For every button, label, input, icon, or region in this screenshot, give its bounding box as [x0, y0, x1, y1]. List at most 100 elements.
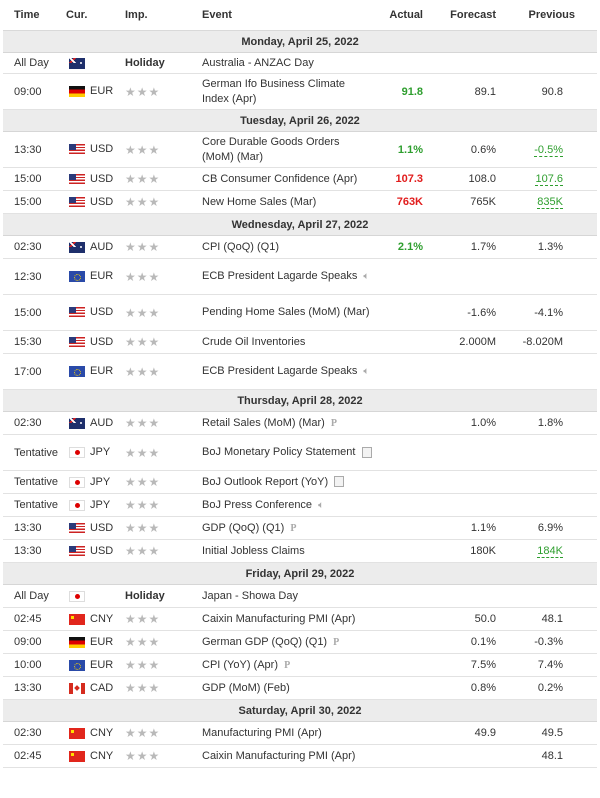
event-name[interactable]: Manufacturing PMI (Apr): [202, 721, 378, 745]
event-name[interactable]: German GDP (QoQ) (Q1) P: [202, 630, 378, 654]
event-title-link[interactable]: Australia - ANZAC Day: [202, 57, 314, 69]
event-name[interactable]: CPI (QoQ) (Q1): [202, 235, 378, 259]
event-row[interactable]: 13:30 CAD ★★★ GDP (MoM) (Feb) 0.8% 0.2%: [3, 676, 597, 700]
event-title-link[interactable]: Manufacturing PMI (Apr): [202, 727, 322, 739]
event-title-link[interactable]: BoJ Outlook Report (YoY): [202, 476, 328, 488]
event-name[interactable]: BoJ Monetary Policy Statement: [202, 434, 378, 471]
event-name[interactable]: CPI (YoY) (Apr) P: [202, 653, 378, 677]
currency-code: JPY: [90, 499, 111, 512]
event-name[interactable]: Japan - Showa Day: [202, 584, 378, 608]
event-name[interactable]: Crude Oil Inventories: [202, 330, 378, 354]
event-currency: EUR: [66, 353, 125, 390]
event-title-link[interactable]: Caixin Manufacturing PMI (Apr): [202, 613, 355, 625]
event-row[interactable]: 02:45 CNY ★★★ Caixin Manufacturing PMI (Apr…: [3, 607, 597, 631]
usa-flag-icon: [69, 522, 85, 534]
event-currency: CAD: [66, 676, 125, 700]
event-title-link[interactable]: BoJ Monetary Policy Statement: [202, 446, 355, 458]
event-name[interactable]: Retail Sales (MoM) (Mar) P: [202, 411, 378, 435]
event-title-link[interactable]: Initial Jobless Claims: [202, 545, 305, 557]
event-name[interactable]: ECB President Lagarde Speaks 🔈︎: [202, 258, 378, 295]
event-title-link[interactable]: Retail Sales (MoM) (Mar): [202, 417, 325, 429]
event-time: 10:00: [3, 653, 66, 677]
event-forecast: 180K: [428, 539, 498, 563]
event-name[interactable]: Caixin Manufacturing PMI (Apr): [202, 607, 378, 631]
event-row[interactable]: 12:30 EUR ★★★ ECB President Lagarde Speaks …: [3, 258, 597, 295]
header-actual: Actual: [378, 0, 428, 31]
event-title-link[interactable]: ECB President Lagarde Speaks: [202, 270, 357, 282]
currency-code: JPY: [90, 476, 111, 489]
event-row[interactable]: 02:30 AUD ★★★ Retail Sales (MoM) (Mar) P 1.0…: [3, 411, 597, 435]
event-row[interactable]: 09:00 EUR ★★★ German Ifo Business Climate I…: [3, 73, 597, 110]
event-row[interactable]: 17:00 EUR ★★★ ECB President Lagarde Speaks …: [3, 353, 597, 390]
event-row[interactable]: 13:30 USD ★★★ GDP (QoQ) (Q1) P 1.1% 6.9%: [3, 516, 597, 540]
event-previous: [498, 258, 597, 295]
event-row[interactable]: Tentative JPY ★★★ BoJ Press Conference 🔈︎: [3, 493, 597, 517]
event-row[interactable]: 02:30 AUD ★★★ CPI (QoQ) (Q1) 2.1% 1.7% 1.3%: [3, 235, 597, 259]
event-title-link[interactable]: CPI (YoY) (Apr): [202, 659, 278, 671]
event-title-link[interactable]: New Home Sales (Mar): [202, 196, 316, 208]
event-actual: [378, 353, 428, 390]
event-row[interactable]: 13:30 USD ★★★ Core Durable Goods Orders (Mo…: [3, 131, 597, 168]
event-currency: [66, 584, 125, 608]
importance-stars-icon: ★★★: [125, 416, 161, 430]
event-title-link[interactable]: ECB President Lagarde Speaks: [202, 365, 357, 377]
event-row[interactable]: 09:00 EUR ★★★ German GDP (QoQ) (Q1) P 0.1% -0…: [3, 630, 597, 654]
eu-flag-icon: [69, 659, 85, 671]
event-row[interactable]: 10:00 EUR ★★★ CPI (YoY) (Apr) P 7.5% 7.4%: [3, 653, 597, 677]
event-row[interactable]: 15:00 USD ★★★ New Home Sales (Mar) 763K 765K 8…: [3, 190, 597, 214]
event-currency: USD: [66, 516, 125, 540]
event-name[interactable]: BoJ Press Conference 🔈︎: [202, 493, 378, 517]
event-time: 15:00: [3, 190, 66, 214]
event-previous: [498, 493, 597, 517]
event-title-link[interactable]: CB Consumer Confidence (Apr): [202, 173, 357, 185]
event-time: 02:30: [3, 411, 66, 435]
event-title-link[interactable]: Caixin Manufacturing PMI (Apr): [202, 750, 355, 762]
event-title-link[interactable]: GDP (MoM) (Feb): [202, 682, 290, 694]
event-name[interactable]: Pending Home Sales (MoM) (Mar): [202, 294, 378, 331]
event-forecast: 765K: [428, 190, 498, 214]
event-title-link[interactable]: Crude Oil Inventories: [202, 336, 305, 348]
event-forecast: 108.0: [428, 167, 498, 191]
event-name[interactable]: German Ifo Business Climate Index (Apr): [202, 73, 378, 110]
event-row[interactable]: 15:00 USD ★★★ Pending Home Sales (MoM) (Mar…: [3, 294, 597, 331]
event-currency: CNY: [66, 744, 125, 768]
event-title-link[interactable]: German GDP (QoQ) (Q1): [202, 636, 327, 648]
event-row[interactable]: Tentative JPY ★★★ BoJ Monetary Policy State…: [3, 434, 597, 471]
event-name[interactable]: BoJ Outlook Report (YoY): [202, 470, 378, 494]
event-name[interactable]: CB Consumer Confidence (Apr): [202, 167, 378, 191]
currency-code: CNY: [90, 613, 114, 626]
event-actual: [378, 330, 428, 354]
event-name[interactable]: Core Durable Goods Orders (MoM) (Mar): [202, 131, 378, 168]
event-name[interactable]: GDP (QoQ) (Q1) P: [202, 516, 378, 540]
event-name[interactable]: New Home Sales (Mar): [202, 190, 378, 214]
event-importance: ★★★: [125, 470, 202, 494]
event-name[interactable]: Initial Jobless Claims: [202, 539, 378, 563]
event-title-link[interactable]: BoJ Press Conference: [202, 499, 312, 511]
event-title-link[interactable]: Core Durable Goods Orders (MoM) (Mar): [202, 136, 340, 163]
event-title-link[interactable]: Japan - Showa Day: [202, 590, 298, 602]
event-row[interactable]: 02:30 CNY ★★★ Manufacturing PMI (Apr) 49.9 49…: [3, 721, 597, 745]
event-row[interactable]: All Day Holiday Japan - Showa Day: [3, 584, 597, 608]
event-time: 13:30: [3, 539, 66, 563]
event-row[interactable]: 13:30 USD ★★★ Initial Jobless Claims 180K 184…: [3, 539, 597, 563]
event-row[interactable]: 15:30 USD ★★★ Crude Oil Inventories 2.000M -8…: [3, 330, 597, 354]
event-title-link[interactable]: GDP (QoQ) (Q1): [202, 522, 284, 534]
eu-flag-icon: [69, 271, 85, 283]
australia-flag-icon: [69, 57, 85, 69]
event-row[interactable]: 15:00 USD ★★★ CB Consumer Confidence (Apr) 1…: [3, 167, 597, 191]
event-name[interactable]: ECB President Lagarde Speaks 🔈︎: [202, 353, 378, 390]
event-previous: 48.1: [498, 744, 597, 768]
event-name[interactable]: Caixin Manufacturing PMI (Apr): [202, 744, 378, 768]
event-title-link[interactable]: Pending Home Sales (MoM) (Mar): [202, 306, 370, 318]
event-name[interactable]: Australia - ANZAC Day: [202, 52, 378, 74]
event-row[interactable]: 02:45 CNY ★★★ Caixin Manufacturing PMI (Apr…: [3, 744, 597, 768]
event-name[interactable]: GDP (MoM) (Feb): [202, 676, 378, 700]
event-time: 02:30: [3, 721, 66, 745]
event-row[interactable]: All Day Holiday Australia - ANZAC Day: [3, 52, 597, 74]
event-title-link[interactable]: CPI (QoQ) (Q1): [202, 241, 279, 253]
previous-value: 0.2%: [537, 682, 563, 694]
event-title-link[interactable]: German Ifo Business Climate Index (Apr): [202, 78, 345, 105]
importance-stars-icon: ★★★: [125, 84, 161, 99]
event-actual: [378, 52, 428, 74]
event-row[interactable]: Tentative JPY ★★★ BoJ Outlook Report (YoY): [3, 470, 597, 494]
